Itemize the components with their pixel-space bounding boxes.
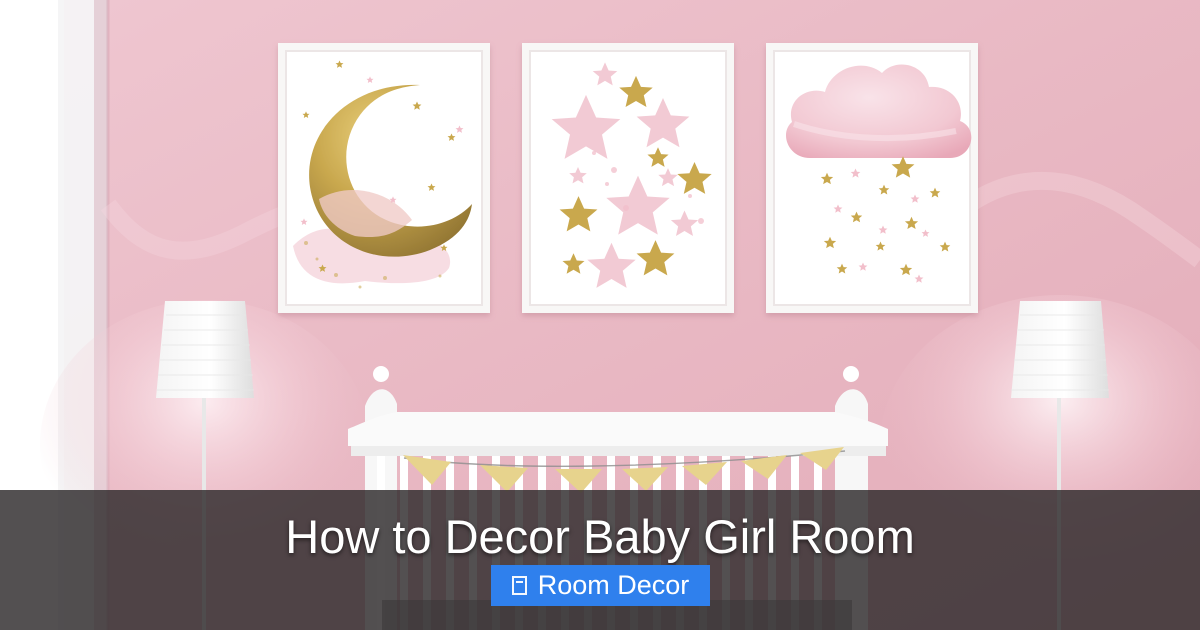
folder-icon bbox=[511, 576, 527, 595]
moon-art-frame bbox=[278, 43, 490, 313]
cloud-art-frame bbox=[766, 43, 978, 313]
category-label: Room Decor bbox=[537, 570, 690, 600]
stars-art-frame bbox=[522, 43, 734, 313]
category-badge[interactable]: Room Decor bbox=[491, 565, 710, 606]
article-title: How to Decor Baby Girl Room bbox=[285, 510, 915, 563]
hero-banner: How to Decor Baby Girl Room Room Decor bbox=[0, 0, 1200, 630]
